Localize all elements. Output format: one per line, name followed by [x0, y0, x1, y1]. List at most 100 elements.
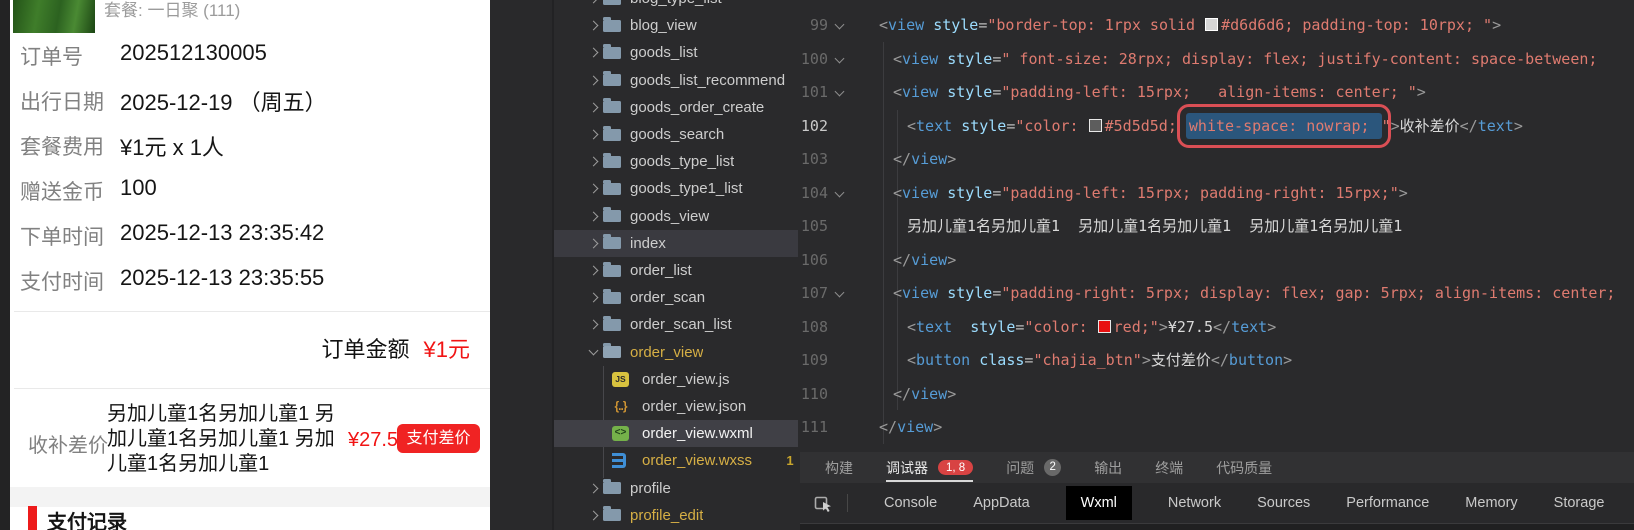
code-line-109[interactable]: 109<button class="chajia_btn">支付差价</butt… — [800, 343, 1634, 377]
fold-chevron-icon[interactable] — [835, 53, 845, 63]
panel-tab-输出[interactable]: 输出 — [1094, 452, 1122, 483]
info-value: 202512130005 — [120, 40, 267, 66]
tree-item-order_list[interactable]: order_list — [554, 257, 798, 284]
chevron-right-icon[interactable] — [589, 266, 599, 276]
code-line-101[interactable]: 101<view style="padding-left: 15rpx; ali… — [800, 75, 1634, 109]
code-line-102[interactable]: 102<text style="color: #5d5d5d; white-sp… — [800, 109, 1634, 143]
chevron-right-icon[interactable] — [589, 293, 599, 303]
tree-item-order_view.wxml[interactable]: <>order_view.wxml — [554, 420, 798, 447]
inspect-element-icon[interactable] — [814, 494, 833, 513]
tree-item-goods_view[interactable]: goods_view — [554, 203, 798, 230]
info-label: 套餐费用 — [20, 131, 104, 161]
chevron-right-icon[interactable] — [589, 211, 599, 221]
code-line-100[interactable]: 100<view style=" font-size: 28rpx; displ… — [800, 42, 1634, 76]
payment-record-title: 支付记录 — [47, 506, 127, 530]
chevron-right-icon[interactable] — [589, 157, 599, 167]
code-line-103[interactable]: 103</view> — [800, 142, 1634, 176]
folder-icon — [603, 20, 621, 32]
code-token — [938, 83, 947, 101]
tree-item-order_view.json[interactable]: {..}order_view.json — [554, 393, 798, 420]
line-number: 107 — [800, 276, 828, 310]
panel-tab-构建[interactable]: 构建 — [825, 452, 853, 483]
chevron-right-icon[interactable] — [589, 483, 599, 493]
tree-item-goods_list_recommend[interactable]: goods_list_recommend — [554, 67, 798, 94]
tree-item-order_view.wxss[interactable]: order_view.wxss1 — [554, 447, 798, 474]
debugger-tab-performance[interactable]: Performance — [1346, 495, 1429, 511]
code-token: </ — [879, 418, 897, 436]
code-line-104[interactable]: 104<view style="padding-left: 15rpx; pad… — [800, 176, 1634, 210]
debugger-tab-memory[interactable]: Memory — [1465, 495, 1517, 511]
chevron-right-icon[interactable] — [589, 75, 599, 85]
panel-tab-代码质量[interactable]: 代码质量 — [1216, 452, 1272, 483]
panel-tab-调试器[interactable]: 调试器1, 8 — [886, 452, 973, 483]
tree-item-goods_order_create[interactable]: goods_order_create — [554, 94, 798, 121]
tree-item-blog_type_list[interactable]: blog_type_list — [554, 0, 798, 12]
code-line-108[interactable]: 108<text style="color: red;">¥27.5</text… — [800, 310, 1634, 344]
folder-icon — [603, 74, 621, 86]
tree-item-goods_type1_list[interactable]: goods_type1_list — [554, 175, 798, 202]
code-token: button — [916, 351, 970, 369]
code-line-106[interactable]: 106</view> — [800, 243, 1634, 277]
debugger-tabbar: Console AppData Wxml Network Sources Performa… — [800, 483, 1634, 523]
chevron-down-icon[interactable] — [589, 346, 599, 356]
tree-item-goods_list[interactable]: goods_list — [554, 39, 798, 66]
tab-label: 问题 — [1006, 458, 1034, 478]
tree-item-order_view[interactable]: order_view — [554, 339, 798, 366]
chevron-right-icon[interactable] — [589, 184, 599, 194]
debugger-tab-appdata[interactable]: AppData — [973, 495, 1029, 511]
panel-tab-终端[interactable]: 终端 — [1155, 452, 1183, 483]
code-token: </ — [893, 385, 911, 403]
code-token: ¥27.5 — [1168, 318, 1213, 336]
code-line-110[interactable]: 110</view> — [800, 377, 1634, 411]
tree-item-blog_view[interactable]: blog_view — [554, 12, 798, 39]
fold-chevron-icon[interactable] — [835, 187, 845, 197]
tree-item-goods_type_list[interactable]: goods_type_list — [554, 148, 798, 175]
tab-label: 代码质量 — [1216, 458, 1272, 478]
code-token: > — [1391, 117, 1400, 135]
code-text: <button class="chajia_btn">支付差价</button> — [907, 343, 1292, 377]
code-line-107[interactable]: 107<view style="padding-right: 5rpx; dis… — [800, 276, 1634, 310]
fold-chevron-icon[interactable] — [835, 20, 845, 30]
code-token: view — [902, 184, 938, 202]
fold-chevron-icon[interactable] — [835, 288, 845, 298]
code-token: "padding-right: 5rpx; display: flex; gap… — [1001, 284, 1615, 302]
tree-item-order_scan_list[interactable]: order_scan_list — [554, 311, 798, 338]
debugger-tab-sources[interactable]: Sources — [1257, 495, 1310, 511]
wxml-file-icon: <> — [612, 426, 629, 441]
tree-item-order_view.js[interactable]: JSorder_view.js — [554, 366, 798, 393]
debugger-tab-wxml[interactable]: Wxml — [1066, 486, 1132, 520]
debugger-tab-console[interactable]: Console — [884, 495, 937, 511]
code-line-99[interactable]: 99<view style="border-top: 1rpx solid #d… — [800, 8, 1634, 42]
code-editor[interactable]: 99<view style="border-top: 1rpx solid #d… — [800, 0, 1634, 452]
file-name: index — [630, 235, 666, 252]
chevron-right-icon[interactable] — [589, 0, 599, 3]
tree-item-profile_edit[interactable]: profile_edit — [554, 502, 798, 529]
code-line-105[interactable]: 105另加儿童1名另加儿童1 另加儿童1名另加儿童1 另加儿童1名另加儿童1 — [800, 209, 1634, 243]
panel-tab-问题[interactable]: 问题2 — [1006, 452, 1061, 483]
tree-item-order_scan[interactable]: order_scan — [554, 284, 798, 311]
debugger-tab-storage[interactable]: Storage — [1554, 495, 1605, 511]
package-thumbnail-image — [13, 0, 95, 33]
chevron-right-icon[interactable] — [589, 102, 599, 112]
chevron-right-icon[interactable] — [589, 130, 599, 140]
package-meta-label: 套餐: 一日聚 (111) — [104, 0, 240, 24]
pay-difference-button[interactable]: 支付差价 — [397, 424, 480, 453]
chevron-right-icon[interactable] — [589, 320, 599, 330]
order-info-row: 支付时间2025-12-13 23:35:55 — [10, 266, 490, 296]
debugger-tab-network[interactable]: Network — [1168, 495, 1221, 511]
info-value: 2025-12-19 （周五） — [120, 85, 327, 117]
code-line-111[interactable]: 111</view> — [800, 410, 1634, 444]
code-token — [970, 351, 979, 369]
code-token: "color: — [1024, 318, 1096, 336]
toolbar-separator — [847, 494, 848, 512]
tree-item-profile[interactable]: profile — [554, 475, 798, 502]
file-name: goods_order_create — [630, 99, 764, 116]
tree-item-goods_search[interactable]: goods_search — [554, 121, 798, 148]
code-token: view — [902, 83, 938, 101]
chevron-right-icon[interactable] — [589, 238, 599, 248]
chevron-right-icon[interactable] — [589, 48, 599, 58]
chevron-right-icon[interactable] — [589, 21, 599, 31]
fold-chevron-icon[interactable] — [835, 87, 845, 97]
tree-item-index[interactable]: index — [554, 230, 798, 257]
chevron-right-icon[interactable] — [589, 510, 599, 520]
